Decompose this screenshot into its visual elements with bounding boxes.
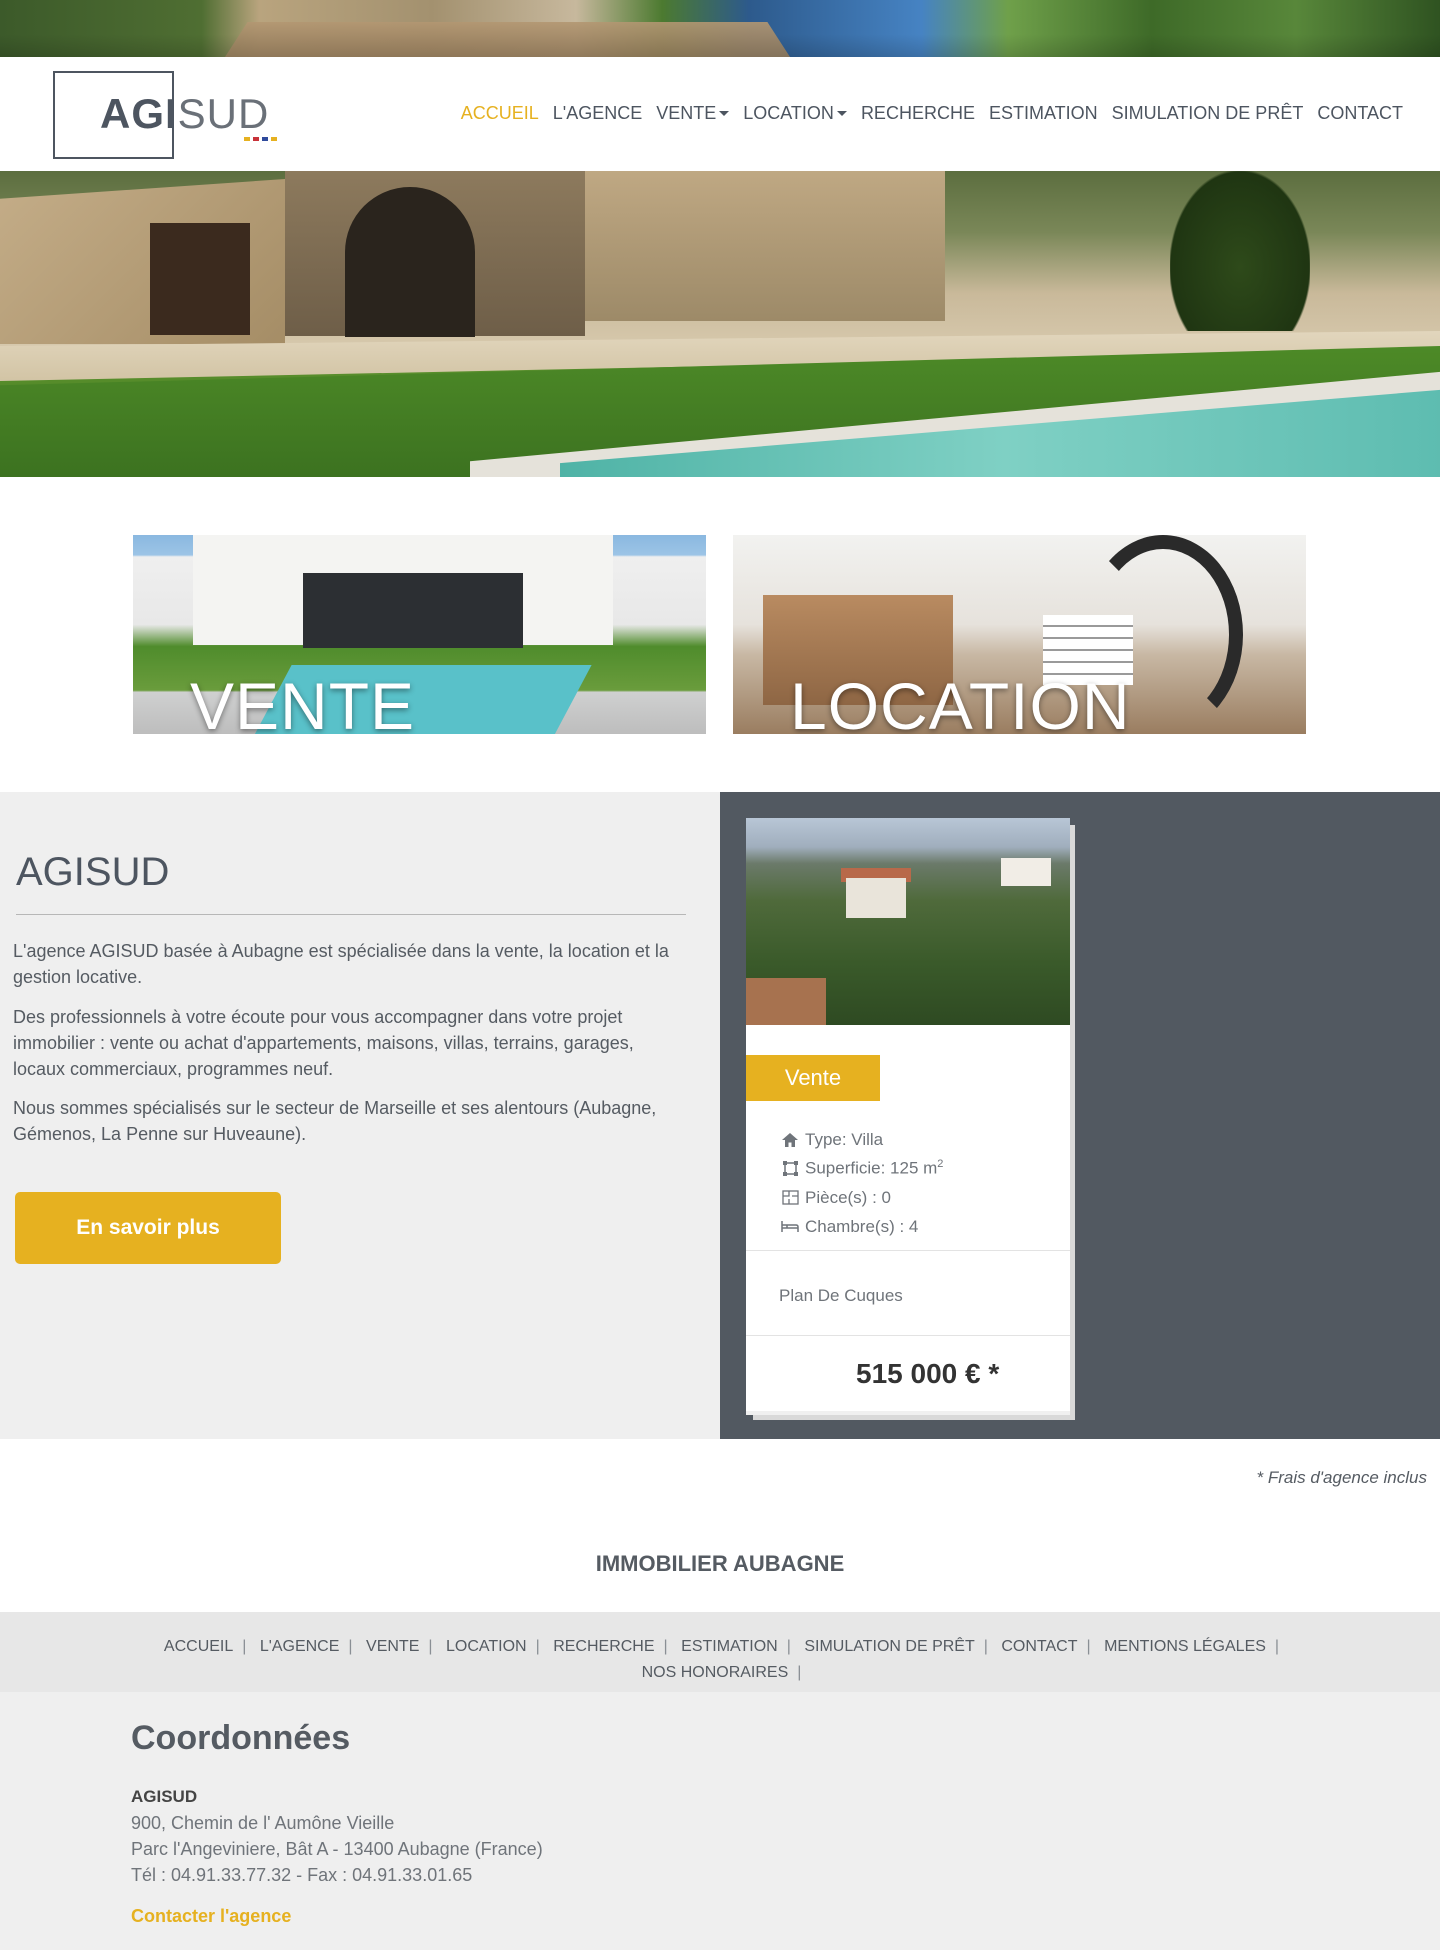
spec-surface: Superficie: 125 m2 <box>780 1154 943 1183</box>
footer-title: IMMOBILIER AUBAGNE <box>595 1551 845 1576</box>
nav-location-label: LOCATION <box>743 103 834 123</box>
coordinates-section: Coordonnées AGISUD 900, Chemin de l' Aum… <box>0 1692 1440 1950</box>
nav-simulation-label: SIMULATION DE PRÊT <box>1111 103 1304 123</box>
separator: | <box>1274 1638 1280 1655</box>
nav-vente-label: VENTE <box>656 103 717 123</box>
separator: | <box>428 1638 433 1655</box>
logo-text-agi: AGI <box>100 90 178 137</box>
logo[interactable]: AGISUD <box>100 90 269 138</box>
about-paragraph-2: Des professionnels à votre écoute pour v… <box>13 1007 634 1079</box>
home-icon <box>780 1130 800 1150</box>
site-header: AGISUD ACCUEIL L'AGENCE VENTE LOCATION R… <box>0 57 1440 171</box>
footer-link-location[interactable]: LOCATION <box>440 1634 533 1660</box>
nav-location[interactable]: LOCATION <box>736 103 854 124</box>
separator: | <box>786 1638 791 1655</box>
nav-recherche-label: RECHERCHE <box>860 103 975 123</box>
en-savoir-plus-button[interactable]: En savoir plus <box>15 1192 281 1264</box>
coordinates-title: Coordonnées <box>131 1719 351 1757</box>
footer-link-contact[interactable]: CONTACT <box>995 1634 1083 1660</box>
main-nav: ACCUEIL L'AGENCE VENTE LOCATION RECHERCH… <box>454 103 1410 124</box>
nav-accueil[interactable]: ACCUEIL <box>454 103 546 124</box>
separator: | <box>535 1638 540 1655</box>
bed-icon <box>780 1217 800 1237</box>
caret-down-icon <box>719 111 730 116</box>
spec-surface-text: Superficie: 125 m2 <box>805 1158 943 1179</box>
spec-bedrooms-text: Chambre(s) : 4 <box>805 1216 919 1236</box>
tile-location-label: LOCATION <box>790 669 1131 734</box>
nav-simulation[interactable]: SIMULATION DE PRÊT <box>1105 103 1311 124</box>
footer-link-recherche[interactable]: RECHERCHE <box>547 1634 660 1660</box>
about-title: AGISUD <box>16 850 170 894</box>
agency-address-2: Parc l'Angeviniere, Bât A - 13400 Aubagn… <box>131 1839 543 1859</box>
nav-agence-label: L'AGENCE <box>552 103 643 123</box>
contact-agency-link[interactable]: Contacter l'agence <box>131 1906 291 1927</box>
nav-contact[interactable]: CONTACT <box>1310 103 1410 124</box>
caret-down-icon <box>836 111 847 116</box>
listing-badge: Vente <box>746 1055 880 1101</box>
separator: | <box>797 1664 802 1681</box>
footer-link-honoraires[interactable]: NOS HONORAIRES <box>636 1660 795 1686</box>
divider <box>746 1250 1070 1251</box>
card-bottom-shadow <box>746 1411 1070 1415</box>
agency-phone: Tél : 04.91.33.77.32 - Fax : 04.91.33.01… <box>131 1865 473 1885</box>
footer-link-vente[interactable]: VENTE <box>360 1634 425 1660</box>
about-section: AGISUD L'agence AGISUD basée à Aubagne e… <box>0 792 720 1439</box>
footer-link-accueil[interactable]: ACCUEIL <box>158 1634 239 1660</box>
spec-type-text: Type: Villa <box>805 1129 884 1149</box>
spec-bedrooms: Chambre(s) : 4 <box>780 1212 943 1241</box>
footer-nav: ACCUEIL | L'AGENCE | VENTE | LOCATION | RECH… <box>0 1612 1440 1692</box>
listing-price: 515 000 € * <box>856 1358 1000 1389</box>
fees-footnote: * Frais d'agence inclus <box>1256 1468 1428 1487</box>
logo-text-sud: SUD <box>177 90 270 137</box>
nav-recherche[interactable]: RECHERCHE <box>854 103 982 124</box>
nav-estimation[interactable]: ESTIMATION <box>982 103 1105 124</box>
listing-card[interactable]: Vente Type: Villa Superficie: 125 m2 Piè… <box>746 818 1070 1415</box>
agency-address-1: 900, Chemin de l' Aumône Vieille <box>131 1813 395 1833</box>
spec-type: Type: Villa <box>780 1125 943 1154</box>
spec-rooms: Pièce(s) : 0 <box>780 1183 943 1212</box>
listing-photo[interactable] <box>746 818 1070 1025</box>
nav-accueil-label: ACCUEIL <box>460 103 539 123</box>
nav-agence[interactable]: L'AGENCE <box>546 103 649 124</box>
spec-surface-value: Superficie: 125 m <box>805 1158 938 1178</box>
separator: | <box>1086 1638 1091 1655</box>
separator: | <box>663 1638 668 1655</box>
divider <box>746 1335 1070 1336</box>
spec-rooms-text: Pièce(s) : 0 <box>805 1187 891 1207</box>
logo-color-dots <box>244 137 277 141</box>
footer-link-agence[interactable]: L'AGENCE <box>254 1634 346 1660</box>
divider <box>16 914 686 915</box>
tile-vente[interactable]: VENTE <box>133 535 706 734</box>
about-paragraph-1: L'agence AGISUD basée à Aubagne est spéc… <box>13 941 669 987</box>
top-banner-image <box>0 0 1440 57</box>
hero-image <box>0 171 1440 477</box>
nav-contact-label: CONTACT <box>1317 103 1403 123</box>
separator: | <box>242 1638 247 1655</box>
floorplan-icon <box>780 1188 800 1208</box>
nav-estimation-label: ESTIMATION <box>988 103 1098 123</box>
tile-vente-label: VENTE <box>190 669 416 734</box>
about-paragraph-3: Nous sommes spécialisés sur le secteur d… <box>13 1098 657 1144</box>
footer-link-mentions[interactable]: MENTIONS LÉGALES <box>1098 1634 1272 1660</box>
tile-location[interactable]: LOCATION <box>733 535 1306 734</box>
separator: | <box>983 1638 988 1655</box>
listing-city: Plan De Cuques <box>779 1286 903 1305</box>
listing-specs: Type: Villa Superficie: 125 m2 Pièce(s) … <box>780 1125 943 1241</box>
nav-vente[interactable]: VENTE <box>649 103 736 124</box>
agency-name: AGISUD <box>131 1787 198 1806</box>
separator: | <box>348 1638 353 1655</box>
spec-surface-sup: 2 <box>937 1158 944 1171</box>
footer-link-simulation[interactable]: SIMULATION DE PRÊT <box>798 1634 980 1660</box>
area-icon <box>780 1159 800 1179</box>
footer-link-estimation[interactable]: ESTIMATION <box>675 1634 784 1660</box>
